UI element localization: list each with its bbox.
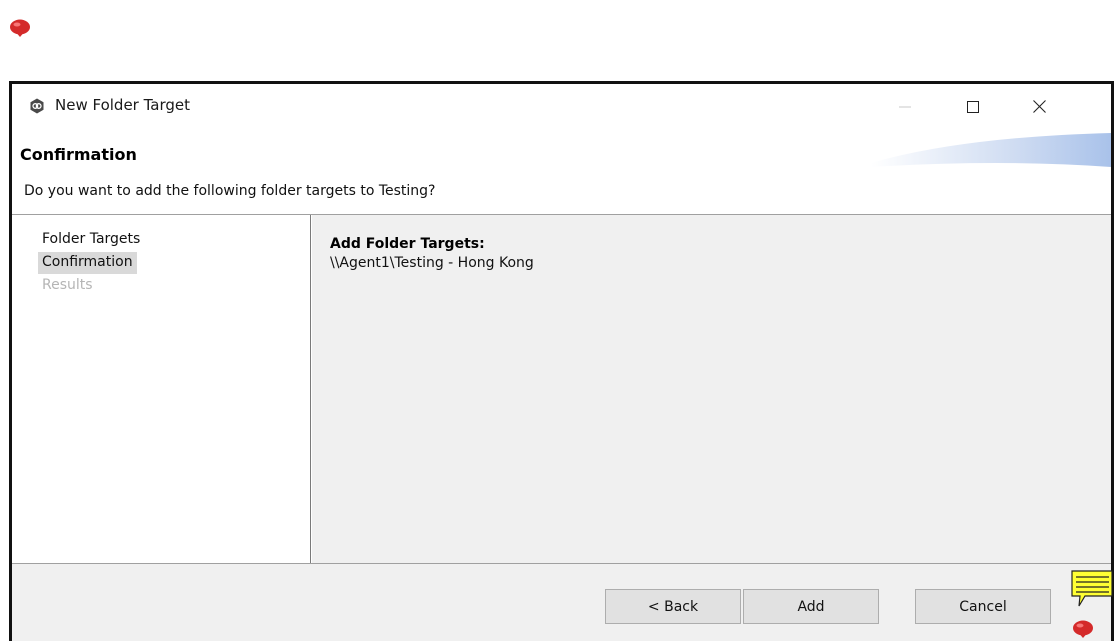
map-pin-icon [10,19,30,37]
new-folder-target-dialog: New Folder Target Confirmation Do you wa… [9,81,1114,641]
maximize-button[interactable] [950,84,996,129]
wizard-steps-list: Folder Targets Confirmation Results [12,215,311,563]
minimize-icon [899,106,911,107]
minimize-button[interactable] [882,84,928,129]
page-title: Confirmation [20,145,137,164]
button-bar: < Back Add Cancel [12,564,1111,641]
step-results: Results [42,277,93,293]
step-confirmation[interactable]: Confirmation [38,252,137,274]
close-icon [1032,100,1046,113]
close-button[interactable] [1016,84,1062,129]
banner-decoration [871,133,1111,167]
cancel-button[interactable]: Cancel [915,589,1051,624]
title-bar: New Folder Target [12,84,1111,129]
map-pin-icon [1073,620,1093,638]
add-button[interactable]: Add [743,589,879,624]
folder-target-item: \\Agent1\Testing - Hong Kong [330,255,534,271]
app-logo-icon [30,98,44,114]
window-title: New Folder Target [55,96,191,114]
step-folder-targets[interactable]: Folder Targets [38,229,144,251]
back-button[interactable]: < Back [605,589,741,624]
note-icon [1071,570,1113,607]
page-description: Do you want to add the following folder … [24,183,436,199]
wizard-header: Confirmation Do you want to add the foll… [12,129,1111,215]
confirmation-panel: Add Folder Targets: \\Agent1\Testing - H… [312,215,1111,563]
maximize-icon [967,100,979,113]
content-heading: Add Folder Targets: [330,236,485,252]
